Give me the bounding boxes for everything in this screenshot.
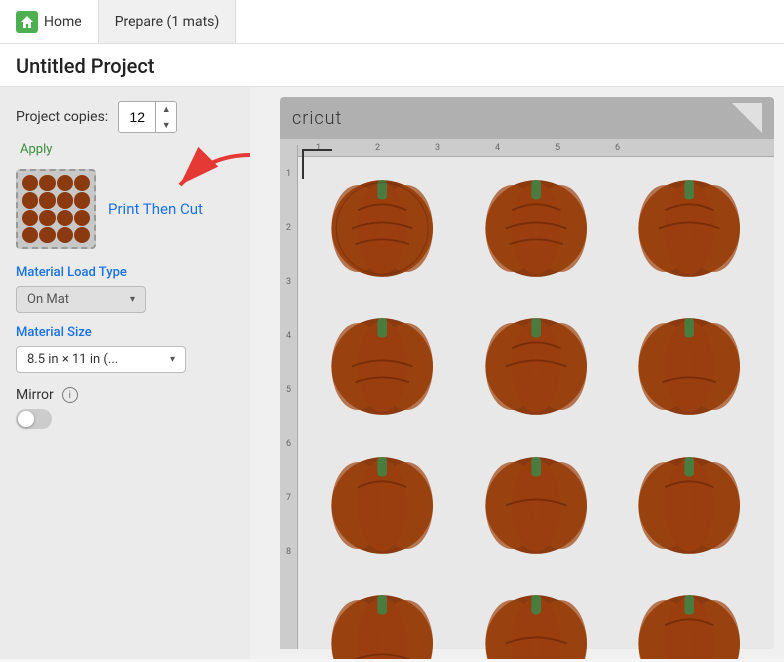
ruler-side-4: 4	[286, 331, 291, 341]
size-chevron-icon: ▾	[170, 354, 175, 365]
ruler-side-6: 6	[286, 439, 291, 449]
material-load-dropdown[interactable]: On Mat ▾	[16, 286, 146, 313]
decrement-button[interactable]: ▼	[156, 117, 176, 133]
page-header: Untitled Project	[0, 44, 784, 87]
toggle-thumb	[18, 411, 34, 427]
mirror-label: Mirror	[16, 387, 54, 403]
project-copies-row: Project copies: ▲ ▼	[16, 101, 234, 133]
mirror-toggle[interactable]	[16, 409, 52, 429]
ruler-side-7: 7	[286, 493, 291, 503]
pumpkin-cell-4	[308, 293, 457, 427]
copies-input-wrap: ▲ ▼	[118, 101, 177, 133]
ruler-side-2: 2	[286, 223, 291, 233]
canvas-area: cricut 1 2 3 4 5 6 1 2 3 4 5 6 7 8	[250, 87, 784, 659]
mirror-info-icon[interactable]: i	[62, 387, 78, 403]
on-mat-label: On Mat	[27, 292, 69, 307]
copies-arrows: ▲ ▼	[155, 101, 176, 133]
material-size-value: 8.5 in × 11 in (...	[27, 352, 118, 367]
prepare-tab-label: Prepare (1 mats)	[115, 14, 220, 30]
pumpkin-cell-10	[308, 570, 457, 659]
ruler-side-5: 5	[286, 385, 291, 395]
pumpkin-cell-1	[308, 155, 457, 289]
info-symbol: i	[69, 390, 71, 401]
mat-container: cricut 1 2 3 4 5 6 1 2 3 4 5 6 7 8	[280, 97, 774, 649]
increment-button[interactable]: ▲	[156, 101, 176, 117]
project-copies-label: Project copies:	[16, 109, 108, 125]
pumpkin-grid	[298, 145, 774, 649]
apply-link[interactable]: Apply	[20, 142, 52, 157]
pumpkin-cell-9	[615, 432, 764, 566]
pumpkin-cell-11	[461, 570, 610, 659]
ruler-side: 1 2 3 4 5 6 7 8	[280, 145, 298, 649]
chevron-down-icon: ▾	[130, 294, 135, 305]
home-tab-label: Home	[44, 14, 82, 30]
ruler-side-8: 8	[286, 547, 291, 557]
mirror-toggle-wrap	[16, 409, 234, 429]
mirror-row: Mirror i	[16, 387, 234, 403]
pumpkin-cell-8	[461, 432, 610, 566]
sidebar: Project copies: ▲ ▼ Apply	[0, 87, 250, 659]
cricut-corner-shape	[732, 103, 762, 133]
material-load-section-label: Material Load Type	[16, 265, 234, 280]
top-navigation: Home Prepare (1 mats)	[0, 0, 784, 44]
cricut-header-bar: cricut	[280, 97, 774, 139]
prepare-tab[interactable]: Prepare (1 mats)	[99, 0, 237, 43]
home-icon	[16, 11, 38, 33]
page-title: Untitled Project	[16, 54, 768, 78]
home-tab[interactable]: Home	[0, 0, 99, 43]
cricut-logo: cricut	[292, 108, 342, 129]
pumpkin-cell-5	[461, 293, 610, 427]
pumpkin-cell-6	[615, 293, 764, 427]
ruler-side-3: 3	[286, 277, 291, 287]
preview-thumbnail	[16, 169, 96, 249]
copies-input[interactable]	[119, 101, 155, 133]
material-size-section-label: Material Size	[16, 325, 234, 340]
pumpkin-cell-12	[615, 570, 764, 659]
material-size-dropdown[interactable]: 8.5 in × 11 in (... ▾	[16, 346, 186, 373]
ruler-side-1: 1	[286, 169, 291, 179]
pumpkin-cell-2	[461, 155, 610, 289]
pumpkin-cell-7	[308, 432, 457, 566]
main-layout: Project copies: ▲ ▼ Apply	[0, 87, 784, 659]
mat-type-label: Print Then Cut	[108, 199, 203, 220]
pumpkin-cell-3	[615, 155, 764, 289]
preview-card: Print Then Cut	[16, 169, 234, 249]
